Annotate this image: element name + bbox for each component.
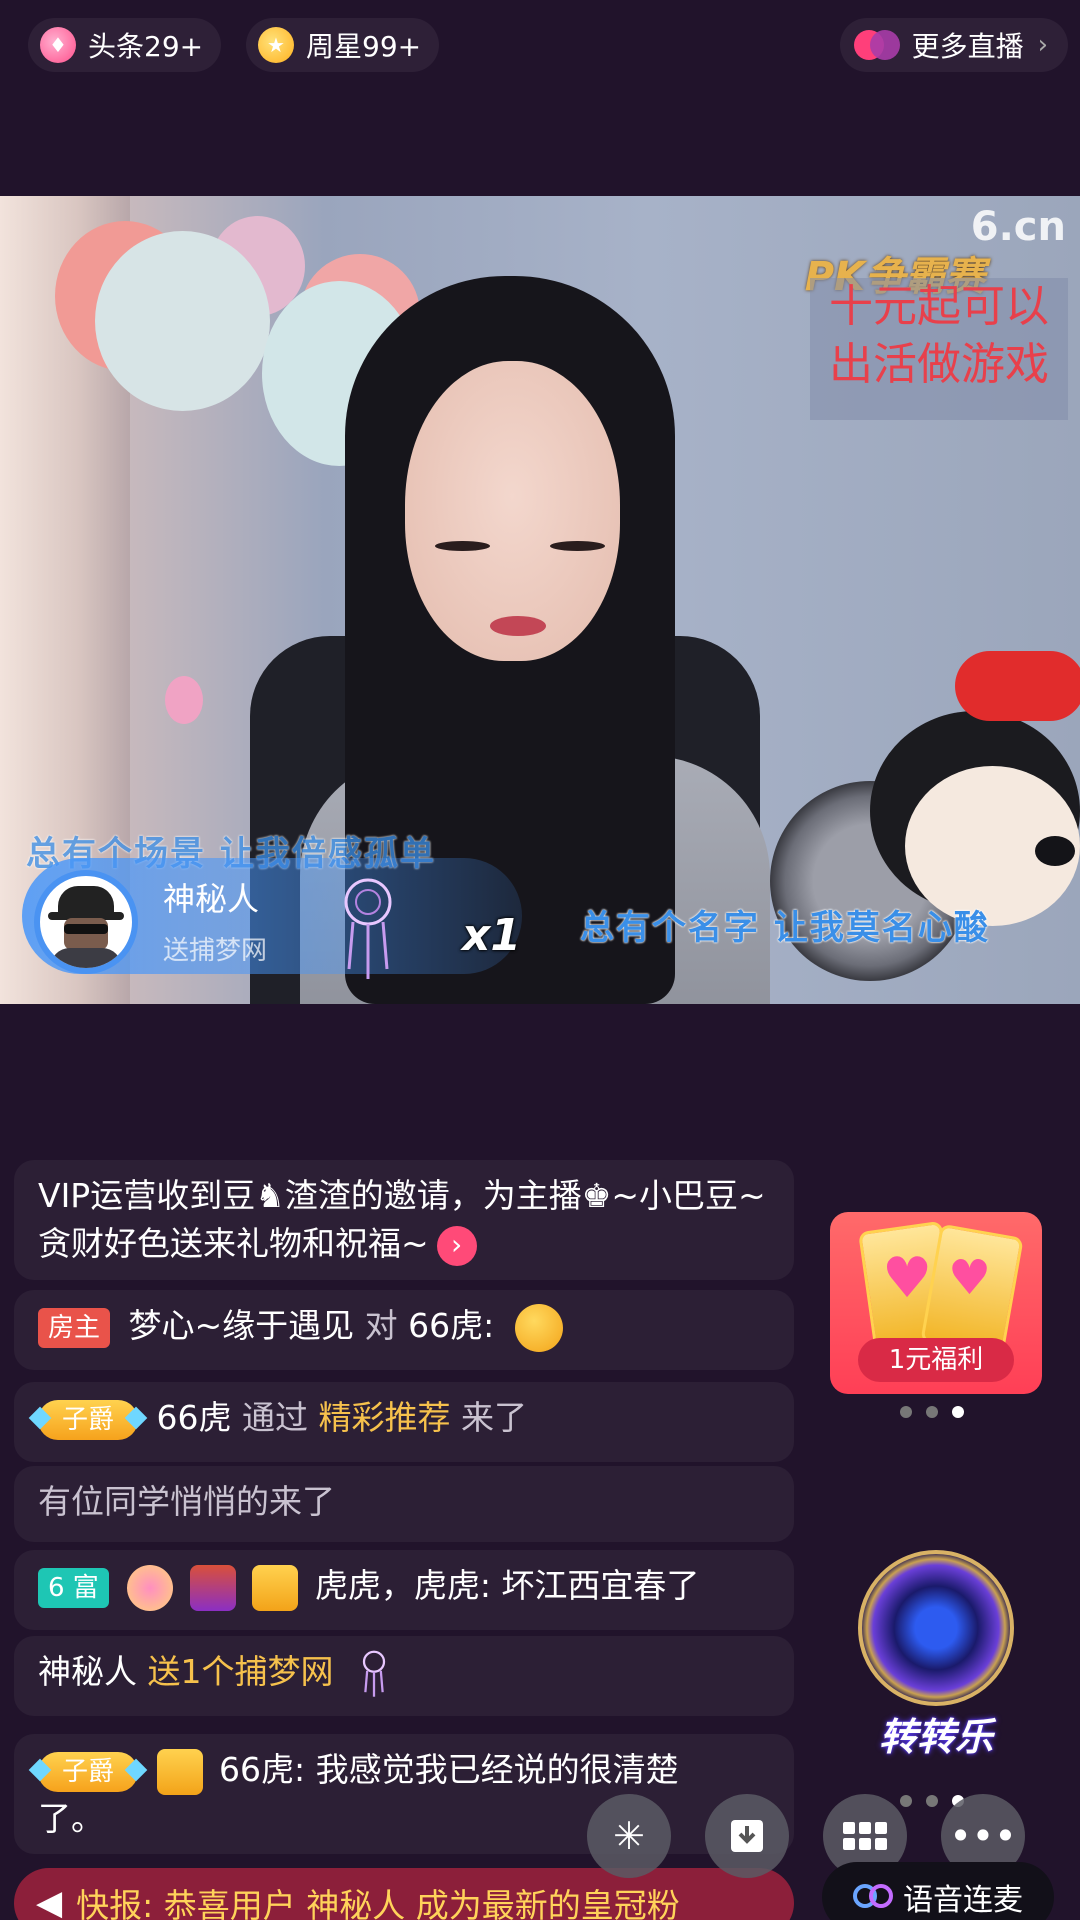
- lyric-line-2: 总有个名字 让我莫名心酸: [580, 908, 990, 948]
- lips: [490, 616, 546, 636]
- chat-message[interactable]: 子爵 66虎 通过 精彩推荐 来了: [14, 1382, 794, 1462]
- plush-toy-nose: [1035, 836, 1075, 866]
- chat-message[interactable]: 房主 梦心~缘于遇见 对 66虎:: [14, 1290, 794, 1370]
- member-icon: [156, 1748, 203, 1795]
- chevron-right-icon: ›: [1037, 30, 1048, 60]
- link-icon: [853, 1884, 893, 1910]
- news-text: 快报: 恭喜用户 神秘人 成为最新的皇冠粉: [76, 1886, 680, 1920]
- gift-description: 送捕梦网: [163, 936, 268, 966]
- gift-text: 送1个捕梦网: [147, 1652, 334, 1691]
- more-icon: •••: [949, 1814, 1017, 1858]
- sparkle-button[interactable]: ✳: [587, 1794, 671, 1878]
- spin-game-widget[interactable]: 转转乐: [846, 1538, 1026, 1778]
- heart-medal-icon: [127, 1564, 174, 1611]
- heart-icon: ♥: [948, 1250, 992, 1306]
- welfare-promo-card[interactable]: ♥ ♥ 1元福利: [830, 1212, 1042, 1394]
- dreamcatcher-icon: [344, 878, 392, 979]
- spin-game-label: 转转乐: [878, 1715, 993, 1759]
- system-message-text: 有位同学悄悄的来了: [38, 1482, 335, 1521]
- save-download-icon: [731, 1820, 763, 1852]
- headline-rank-label: 头条29+: [88, 30, 204, 63]
- chevron-right-icon[interactable]: ›: [436, 1225, 477, 1266]
- chat-target[interactable]: 66虎:: [408, 1306, 494, 1345]
- eye: [435, 541, 490, 551]
- voice-link-button[interactable]: 语音连麦: [822, 1862, 1054, 1920]
- dreamcatcher-icon: [362, 1650, 386, 1697]
- weekstar-rank-button[interactable]: ★ 周星99+: [246, 18, 440, 72]
- top-bar: ♦ 头条29+ ★ 周星99+ 更多直播 ›: [0, 0, 1080, 90]
- chat-message[interactable]: 有位同学悄悄的来了: [14, 1466, 794, 1542]
- chat-message[interactable]: VIP运营收到豆♞渣渣的邀请，为主播♚~小巴豆~贪财好色送来礼物和祝福~ ›: [14, 1160, 794, 1280]
- wealth-badge: 6 富: [38, 1567, 109, 1608]
- weekstar-rank-label: 周星99+: [306, 30, 422, 63]
- chat-content: 虎虎: 坏江西宜春了: [413, 1566, 700, 1605]
- chat-action: 来了: [461, 1398, 528, 1437]
- chat-username[interactable]: 66虎: [157, 1398, 232, 1437]
- heart-icon: ♥: [882, 1246, 933, 1311]
- carousel-dots: [900, 1406, 964, 1418]
- speaker-icon: ◀︎: [36, 1883, 63, 1920]
- gift-count: x1: [462, 910, 521, 961]
- gift-sender-name: 神秘人: [163, 880, 260, 918]
- headline-rank-button[interactable]: ♦ 头条29+: [28, 18, 222, 72]
- balloon: [95, 231, 270, 411]
- viscount-badge: 子爵: [38, 1751, 139, 1792]
- thinking-emoji-icon: [514, 1303, 563, 1352]
- member-icon: [252, 1564, 299, 1611]
- system-message-text: VIP运营收到豆♞渣渣的邀请，为主播♚~小巴豆~贪财好色送来礼物和祝福~: [38, 1176, 766, 1263]
- welfare-label: 1元福利: [858, 1338, 1014, 1382]
- more-live-button[interactable]: 更多直播 ›: [839, 18, 1068, 72]
- chat-content-continued: 了。: [38, 1798, 104, 1838]
- chat-message[interactable]: 神秘人 送1个捕梦网: [14, 1636, 794, 1716]
- promo-line-1: 十元起可以: [829, 281, 1049, 332]
- chat-username[interactable]: 神秘人: [38, 1652, 137, 1691]
- chat-message[interactable]: 子爵 66虎: 我感觉我已经说的很清楚 了。: [14, 1734, 794, 1854]
- live-logo-icon: [853, 30, 900, 60]
- viscount-badge: 子爵: [38, 1399, 139, 1440]
- live-video[interactable]: 6.cn PK争霸赛 十元起可以 出活做游戏 总有个场景 让我倍感孤单 总有个名…: [0, 196, 1080, 1004]
- flame-icon: ♦: [40, 27, 76, 63]
- chat-username[interactable]: 虎虎，: [315, 1566, 414, 1605]
- chat-message[interactable]: 6 富 虎虎，虎虎: 坏江西宜春了: [14, 1550, 794, 1630]
- promo-line-2: 出活做游戏: [829, 339, 1049, 390]
- watermark: 6.cn: [970, 204, 1066, 250]
- sparkle-icon: ✳: [613, 1814, 645, 1858]
- promo-overlay-text: 十元起可以 出活做游戏: [810, 278, 1068, 394]
- more-live-label: 更多直播: [911, 30, 1024, 63]
- host-badge: 房主: [38, 1307, 111, 1348]
- voice-link-label: 语音连麦: [903, 1883, 1023, 1918]
- chat-connector: 对: [364, 1306, 398, 1345]
- monkey-king-icon: [189, 1564, 236, 1611]
- save-button[interactable]: [705, 1794, 789, 1878]
- spin-wheel-icon: [858, 1550, 1014, 1706]
- news-banner[interactable]: ◀︎ 快报: 恭喜用户 神秘人 成为最新的皇冠粉: [14, 1868, 794, 1920]
- grid-icon: [843, 1822, 887, 1850]
- chat-content: 66虎: 我感觉我已经说的很清楚: [219, 1750, 679, 1789]
- balloon: [165, 676, 203, 724]
- avatar[interactable]: [34, 870, 138, 974]
- chat-source: 精彩推荐: [318, 1398, 451, 1437]
- star-icon: ★: [258, 27, 294, 63]
- eye: [550, 541, 605, 551]
- chat-connector: 通过: [242, 1398, 309, 1437]
- chat-username[interactable]: 梦心~缘于遇见: [129, 1306, 355, 1345]
- plush-toy-bow: [955, 651, 1080, 721]
